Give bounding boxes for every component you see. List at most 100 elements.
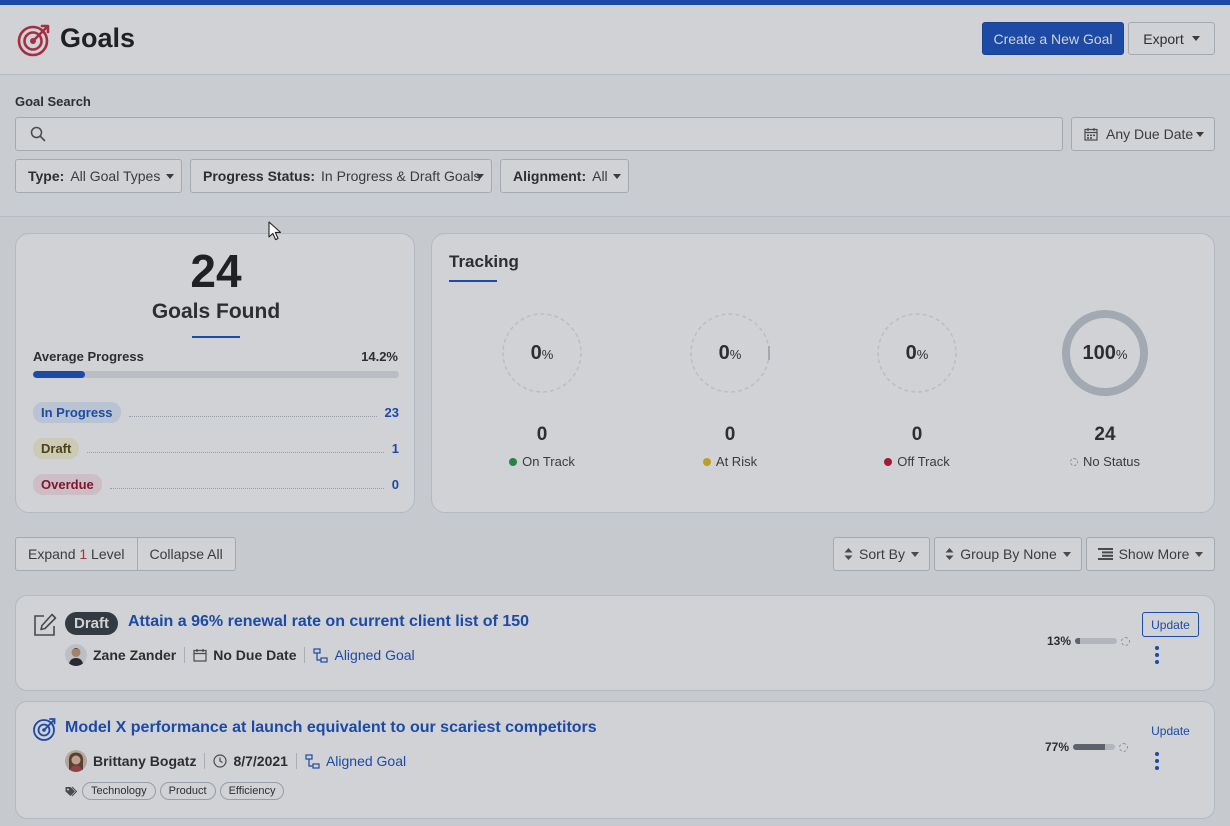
caret-down-icon xyxy=(613,174,621,179)
target-logo-icon xyxy=(17,24,50,57)
search-label: Goal Search xyxy=(15,94,91,109)
goal-row[interactable]: Model X performance at launch equivalent… xyxy=(15,701,1215,819)
gauge-percent: 100% xyxy=(1082,342,1128,364)
gauge-percent: 0% xyxy=(718,342,742,364)
gauge-off-track[interactable]: 0% 0 Off Track xyxy=(847,308,987,478)
divider xyxy=(184,647,186,663)
gauge-label: On Track xyxy=(472,454,612,469)
gauge-label-text: Off Track xyxy=(897,454,950,469)
status-ring-icon xyxy=(1119,742,1129,752)
gauge-on-track[interactable]: 0% 0 On Track xyxy=(472,308,612,478)
gauge-percent-value: 0 xyxy=(905,342,917,364)
export-button[interactable]: Export xyxy=(1128,22,1215,55)
due-date-select[interactable]: Any Due Date xyxy=(1071,117,1215,151)
draft-badge: Draft xyxy=(33,437,80,459)
goal-owner[interactable]: Zane Zander xyxy=(93,647,176,663)
gauge-no-status[interactable]: 100% 24 No Status xyxy=(1035,308,1175,478)
alignment-filter-key: Alignment: xyxy=(513,168,587,184)
goal-due-date: No Due Date xyxy=(213,647,297,663)
gauge-label: Off Track xyxy=(847,454,987,469)
goal-progress: 77% xyxy=(1045,740,1129,754)
draft-count: 1 xyxy=(391,440,399,456)
gauge-percent: 0% xyxy=(905,342,929,364)
page-header: Goals Create a New Goal Export xyxy=(0,5,1230,75)
gauge-percent: 0% xyxy=(530,342,554,364)
gauge-at-risk[interactable]: 0% 0 At Risk xyxy=(660,308,800,478)
aligned-goal-link[interactable]: Aligned Goal xyxy=(334,647,414,663)
in-progress-badge: In Progress xyxy=(33,401,121,423)
average-progress-fill xyxy=(33,371,85,378)
status-row-draft[interactable]: Draft 1 xyxy=(33,437,399,459)
goal-meta: Zane Zander No Due Date Aligned Goal xyxy=(65,644,415,666)
page-title: Goals xyxy=(60,23,136,53)
aligned-goal-link[interactable]: Aligned Goal xyxy=(326,753,406,769)
caret-down-icon xyxy=(166,174,174,179)
gauge-count: 0 xyxy=(536,424,548,445)
dotted-leader xyxy=(87,451,384,453)
status-row-overdue[interactable]: Overdue 0 xyxy=(33,473,399,495)
create-goal-button[interactable]: Create a New Goal xyxy=(982,22,1124,55)
tag-chip[interactable]: Technology xyxy=(82,782,156,800)
overdue-badge: Overdue xyxy=(33,473,102,495)
status-row-in-progress[interactable]: In Progress 23 xyxy=(33,401,399,423)
sort-icon xyxy=(945,548,954,560)
goal-due-date: 8/7/2021 xyxy=(233,753,288,769)
export-label: Export xyxy=(1143,30,1184,47)
tag-chip[interactable]: Efficiency xyxy=(219,782,285,800)
expand-suffix: Level xyxy=(87,546,125,562)
title-underline xyxy=(449,280,497,282)
caret-down-icon xyxy=(1191,36,1200,41)
target-icon xyxy=(33,718,56,741)
more-options-icon[interactable] xyxy=(1154,646,1160,664)
mouse-cursor-icon xyxy=(268,221,282,241)
collapse-all-button[interactable]: Collapse All xyxy=(136,538,235,570)
tracking-card: Tracking 0% 0 On Track 0% 0 At Risk 0% 0 xyxy=(431,233,1215,513)
goal-progress-percent: 13% xyxy=(1047,634,1072,648)
type-filter-value: All Goal Types xyxy=(70,168,161,184)
gauge-label-text: On Track xyxy=(522,454,575,469)
list-icon xyxy=(1097,548,1113,560)
alignment-icon xyxy=(313,647,329,663)
goal-title-link[interactable]: Attain a 96% renewal rate on current cli… xyxy=(128,613,529,631)
group-by-button[interactable]: Group By None xyxy=(934,537,1082,571)
goal-tags: Technology Product Efficiency xyxy=(65,782,285,800)
goal-progress-percent: 77% xyxy=(1045,740,1070,754)
green-dot-icon xyxy=(509,457,518,466)
gauge-percent-value: 100 xyxy=(1082,342,1116,364)
divider xyxy=(204,753,206,769)
gauge-percent-value: 0 xyxy=(530,342,542,364)
goals-count: 24 xyxy=(190,245,242,297)
type-filter[interactable]: Type: All Goal Types xyxy=(15,159,182,193)
caret-down-icon xyxy=(1195,551,1204,557)
divider xyxy=(295,753,297,769)
sort-icon xyxy=(844,548,853,560)
tag-chip[interactable]: Product xyxy=(159,782,216,800)
dotted-leader xyxy=(109,487,384,489)
gauge-percent-value: 0 xyxy=(718,342,730,364)
status-ring-icon xyxy=(1121,636,1131,646)
expand-level-button[interactable]: Expand 1 Level xyxy=(16,538,137,570)
goals-found-label: Goals Found xyxy=(151,300,281,323)
update-button[interactable]: Update xyxy=(1142,612,1199,637)
progress-status-filter[interactable]: Progress Status: In Progress & Draft Goa… xyxy=(190,159,492,193)
sort-by-label: Sort By xyxy=(859,546,905,562)
caret-down-icon xyxy=(476,174,484,179)
clock-icon xyxy=(213,754,228,768)
expand-prefix: Expand xyxy=(28,546,80,562)
more-options-icon[interactable] xyxy=(1154,752,1160,770)
goal-owner[interactable]: Brittany Bogatz xyxy=(93,753,196,769)
sort-by-button[interactable]: Sort By xyxy=(833,537,930,571)
goal-row[interactable]: Draft Attain a 96% renewal rate on curre… xyxy=(15,595,1215,691)
search-box[interactable] xyxy=(15,117,1063,151)
calendar-icon xyxy=(193,649,207,662)
alignment-filter[interactable]: Alignment: All xyxy=(500,159,629,193)
goal-search-input[interactable] xyxy=(56,118,1056,150)
goal-progress: 13% xyxy=(1047,634,1131,648)
update-button[interactable]: Update xyxy=(1142,718,1199,743)
dotted-leader xyxy=(128,415,377,417)
goal-title-link[interactable]: Model X performance at launch equivalent… xyxy=(65,719,597,737)
show-more-button[interactable]: Show More xyxy=(1086,537,1215,571)
average-progress-value: 14.2% xyxy=(361,349,398,364)
goal-meta: Brittany Bogatz 8/7/2021 Aligned Goal xyxy=(65,750,406,772)
type-filter-key: Type: xyxy=(28,168,65,184)
